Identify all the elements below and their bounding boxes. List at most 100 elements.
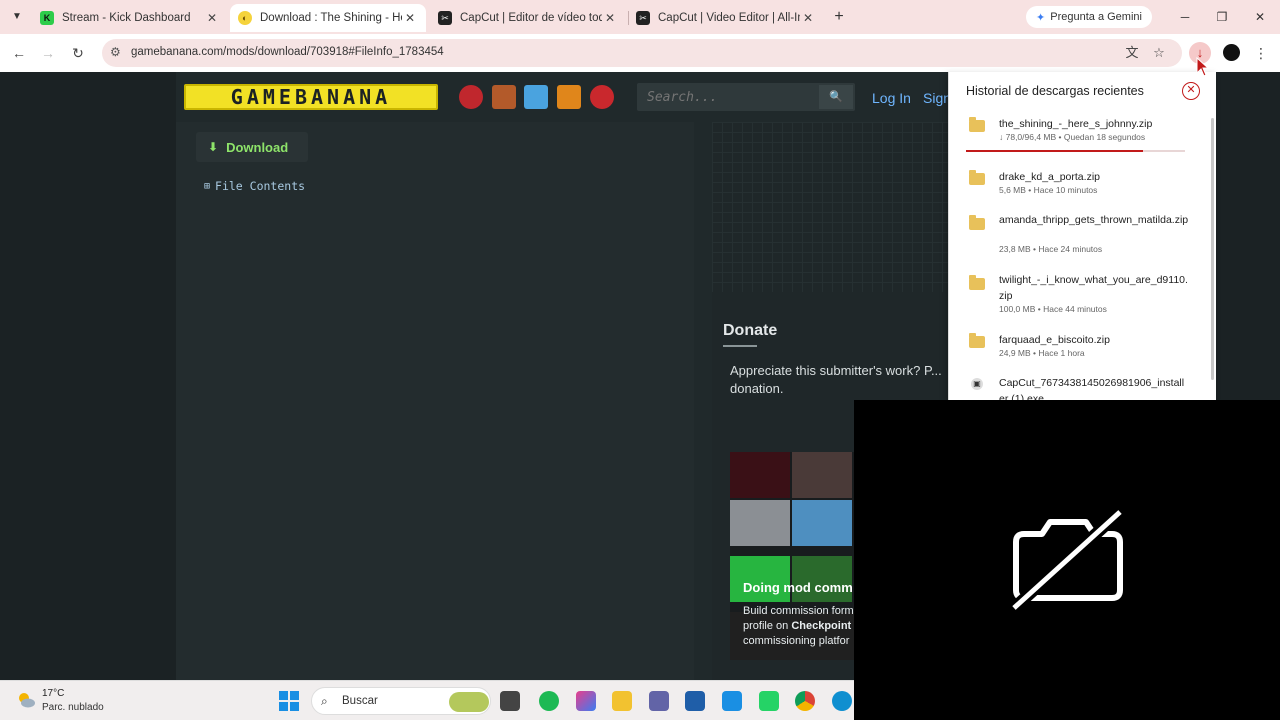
- donate-underline: [723, 345, 757, 347]
- download-label: Download: [226, 139, 289, 155]
- bookmark-star-icon[interactable]: ☆: [1150, 44, 1168, 62]
- tab-title: CapCut | Editor de vídeo todo e: [460, 12, 602, 24]
- taskbar-search[interactable]: ⌕ Buscar: [311, 687, 491, 715]
- teams-icon[interactable]: [649, 691, 669, 711]
- whatsapp-icon[interactable]: [759, 691, 779, 711]
- spotify-icon[interactable]: [539, 691, 559, 711]
- new-tab-button[interactable]: +: [830, 8, 848, 26]
- strawberry-icon[interactable]: [459, 85, 483, 109]
- download-item[interactable]: amanda_thripp_gets_thrown_matilda.zip 23…: [949, 212, 1209, 258]
- download-item[interactable]: twilight_-_i_know_what_you_are_d9110.zip…: [949, 272, 1209, 318]
- translate-icon[interactable]: 文: [1123, 44, 1141, 62]
- webcam-overlay: [854, 400, 1280, 720]
- character-icon[interactable]: [492, 85, 516, 109]
- ad-thumbnail: [730, 452, 790, 498]
- ad-brand: Checkpoint: [791, 620, 852, 632]
- folder-icon: [969, 117, 985, 132]
- reload-icon[interactable]: ↻: [68, 43, 88, 63]
- tab-gamebanana-download[interactable]: ◐ Download : The Shining - Here's ✕: [230, 4, 426, 32]
- folder-icon: [969, 333, 985, 348]
- download-item[interactable]: ▣ CapCut_7673438145026981906_installer (…: [949, 375, 1209, 400]
- download-meta: 24,9 MB • Hace 1 hora: [999, 348, 1085, 358]
- mouse-cursor-icon: [1196, 57, 1210, 77]
- taskbar-search-placeholder: Buscar: [342, 695, 378, 707]
- ad-thumbnail: [730, 556, 790, 602]
- download-filename: CapCut_7673438145026981906_installer (1)…: [999, 377, 1185, 400]
- weather-description[interactable]: Parc. nublado: [42, 702, 104, 713]
- tab-title: CapCut | Video Editor | All-In-O: [658, 12, 800, 24]
- site-search-input[interactable]: [637, 83, 817, 111]
- gemini-button[interactable]: ✦ Pregunta a Gemini: [1026, 6, 1152, 28]
- file-explorer-icon[interactable]: [612, 691, 632, 711]
- close-window-icon[interactable]: ✕: [1251, 8, 1269, 26]
- chrome-icon[interactable]: [795, 691, 815, 711]
- tab-capcut-es[interactable]: ✂ CapCut | Editor de vídeo todo e ✕: [430, 4, 626, 32]
- tab-search-chevron-icon[interactable]: ▼: [8, 8, 26, 26]
- edge-icon[interactable]: [832, 691, 852, 711]
- gamebanana-logo[interactable]: GAMEBANANA: [184, 84, 438, 110]
- tab-title: Stream - Kick Dashboard: [62, 12, 191, 24]
- site-info-icon[interactable]: ⚙: [110, 45, 121, 59]
- task-view-icon[interactable]: [500, 691, 520, 711]
- windows-start-icon[interactable]: [279, 691, 299, 711]
- tab-kick-dashboard[interactable]: K Stream - Kick Dashboard ✕: [32, 4, 228, 32]
- minimize-icon[interactable]: ─: [1176, 8, 1194, 26]
- camera-off-icon: [1009, 508, 1125, 612]
- download-item[interactable]: drake_kd_a_porta.zip 5,6 MB • Hace 10 mi…: [949, 169, 1209, 203]
- download-meta: ↓ 78,0/96,4 MB • Quedan 18 segundos: [999, 132, 1146, 142]
- forward-arrow-icon[interactable]: →: [38, 43, 58, 63]
- weather-temperature[interactable]: 17°C: [42, 688, 64, 699]
- download-filename: amanda_thripp_gets_thrown_matilda.zip: [999, 214, 1189, 226]
- download-meta: 5,6 MB • Hace 10 minutos: [999, 185, 1098, 195]
- signup-link[interactable]: Sign Up: [923, 90, 949, 106]
- restore-icon[interactable]: ❐: [1213, 8, 1231, 26]
- question-block-icon[interactable]: [557, 85, 581, 109]
- search-icon[interactable]: 🔍: [819, 85, 853, 109]
- site-search: 🔍: [637, 83, 855, 111]
- close-tab-icon[interactable]: ✕: [602, 11, 618, 25]
- ad-thumbnail: [792, 452, 852, 498]
- partly-cloudy-icon[interactable]: [16, 691, 36, 709]
- download-progress-bar: [966, 150, 1185, 152]
- login-link[interactable]: Log In: [872, 90, 911, 106]
- close-tab-icon[interactable]: ✕: [800, 11, 816, 25]
- store-icon[interactable]: [685, 691, 705, 711]
- download-history-title: Historial de descargas recientes: [966, 84, 1144, 98]
- emblem-icon[interactable]: [590, 85, 614, 109]
- download-item[interactable]: farquaad_e_biscoito.zip 24,9 MB • Hace 1…: [949, 332, 1209, 366]
- copilot-icon[interactable]: [576, 691, 596, 711]
- url-text[interactable]: gamebanana.com/mods/download/703918#File…: [131, 46, 444, 58]
- folder-icon: [969, 215, 985, 230]
- download-panel: [176, 122, 694, 680]
- back-arrow-icon[interactable]: ←: [9, 43, 29, 63]
- ad-description: Build commission form profile on Checkpo…: [743, 604, 854, 649]
- grid-placeholder: [712, 122, 952, 292]
- outlook-icon[interactable]: [722, 691, 742, 711]
- file-contents-toggle[interactable]: ⊞ File Contents: [204, 179, 305, 193]
- download-filename: the_shining_-_here_s_johnny.zip: [999, 118, 1153, 130]
- ad-line-prefix: profile on: [743, 620, 792, 632]
- panel-scrollbar[interactable]: [1211, 118, 1214, 380]
- download-button[interactable]: ⬇ Download: [196, 132, 308, 162]
- download-filename: twilight_-_i_know_what_you_are_d9110.zip: [999, 274, 1188, 302]
- gemini-label: Pregunta a Gemini: [1050, 11, 1142, 23]
- download-meta: 100,0 MB • Hace 44 minutos: [999, 304, 1107, 314]
- more-menu-icon[interactable]: ⋮: [1254, 43, 1268, 63]
- game-icon[interactable]: [524, 85, 548, 109]
- donate-heading: Donate: [723, 322, 778, 339]
- ad-line: commissioning platfor: [743, 635, 850, 647]
- ad-line: profile on Checkpoint: [743, 619, 854, 634]
- tab-capcut-en[interactable]: ✂ CapCut | Video Editor | All-In-O ✕: [628, 4, 824, 32]
- close-panel-icon[interactable]: ✕: [1182, 82, 1200, 100]
- ad-title[interactable]: Doing mod comm: [743, 580, 854, 595]
- address-bar[interactable]: ⚙ gamebanana.com/mods/download/703918#Fi…: [102, 39, 1182, 67]
- profile-avatar[interactable]: [1223, 44, 1240, 61]
- gamebanana-icon: ◐: [238, 11, 252, 25]
- windows-taskbar: 17°C Parc. nublado ⌕ Buscar: [0, 680, 854, 720]
- folder-icon: [969, 275, 985, 290]
- ad-line: Build commission form: [743, 605, 854, 617]
- close-tab-icon[interactable]: ✕: [402, 11, 418, 25]
- close-tab-icon[interactable]: ✕: [204, 11, 220, 25]
- ad-thumbnail: [792, 556, 852, 602]
- download-item[interactable]: the_shining_-_here_s_johnny.zip ↓ 78,0/9…: [949, 116, 1209, 152]
